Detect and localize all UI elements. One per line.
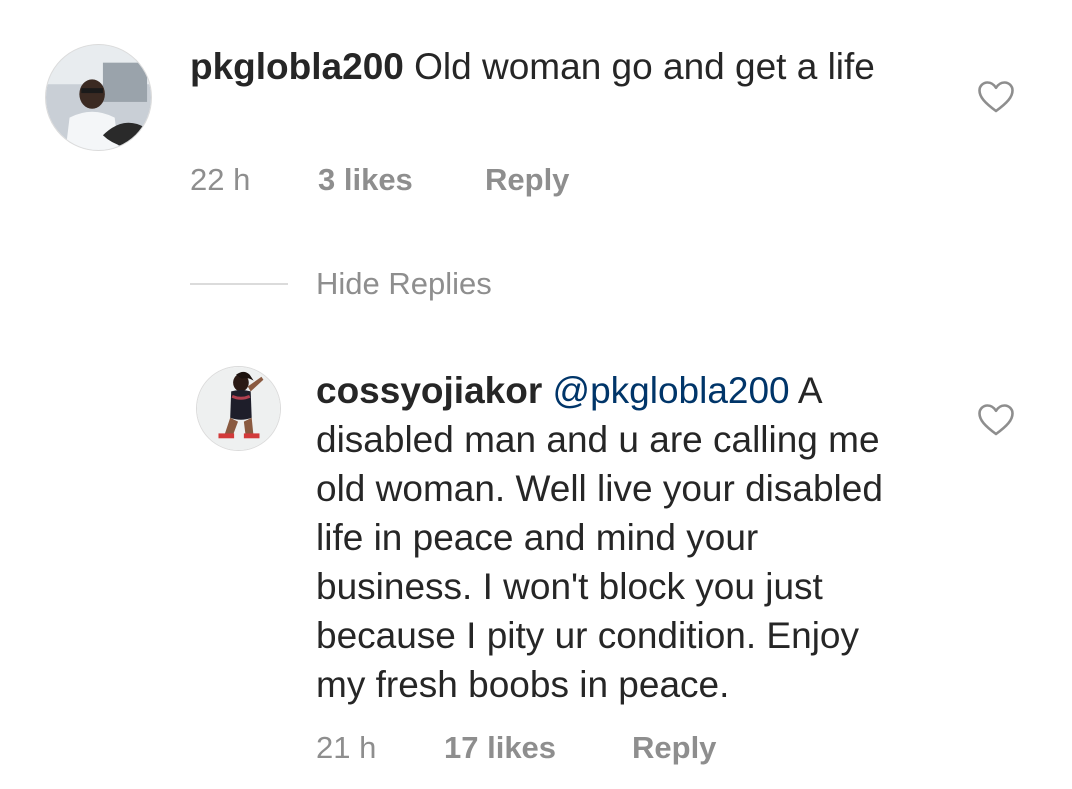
avatar[interactable] xyxy=(196,366,281,451)
reply-body: cossyojiakor @pkglobla200 A disabled man… xyxy=(316,366,916,709)
comment-timestamp: 22 h xyxy=(190,162,251,197)
avatar[interactable] xyxy=(45,44,152,151)
reply-button[interactable]: Reply xyxy=(485,162,569,198)
comment-likes-count[interactable]: 3 likes xyxy=(318,162,413,198)
divider-line xyxy=(190,283,288,285)
reply-timestamp: 21 h xyxy=(316,730,377,765)
like-button[interactable] xyxy=(977,403,1015,437)
hide-replies-link[interactable]: Hide Replies xyxy=(316,266,492,302)
heart-outline-icon xyxy=(978,81,1014,113)
avatar-image xyxy=(46,45,151,150)
reply-button[interactable]: Reply xyxy=(632,730,716,766)
reply-username[interactable]: cossyojiakor xyxy=(316,370,542,411)
like-button[interactable] xyxy=(977,80,1015,114)
reply-text: A disabled man and u are calling me old … xyxy=(316,370,883,705)
reply-likes-count[interactable]: 17 likes xyxy=(444,730,556,766)
reply-meta: 21 h 17 likes Reply xyxy=(316,730,756,766)
comment-body: pkglobla200 Old woman go and get a life xyxy=(190,42,930,91)
avatar-image xyxy=(197,367,280,450)
comment-meta: 22 h 3 likes Reply xyxy=(190,162,610,198)
comment-username[interactable]: pkglobla200 xyxy=(190,46,404,87)
comment-text: Old woman go and get a life xyxy=(414,46,875,87)
heart-outline-icon xyxy=(978,404,1014,436)
reply-mention[interactable]: @pkglobla200 xyxy=(553,370,790,411)
